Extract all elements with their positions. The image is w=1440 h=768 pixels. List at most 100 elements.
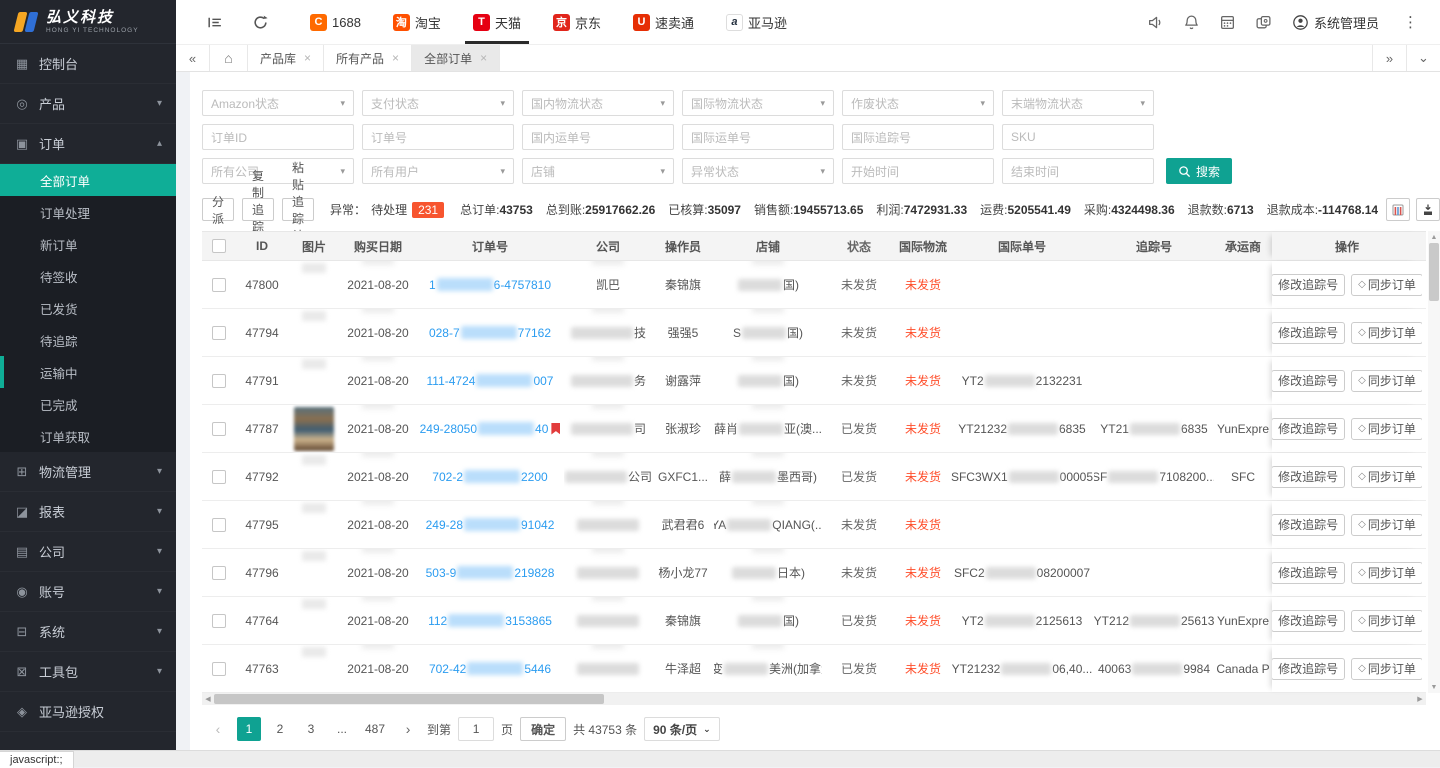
columns-config-icon[interactable] — [1386, 198, 1410, 221]
tabs-expand-icon[interactable]: » — [1372, 45, 1406, 71]
scroll-down-icon[interactable]: ▼ — [1431, 681, 1438, 693]
sidebar-item-orders[interactable]: ▣订单▴ — [0, 124, 176, 164]
apps-grid-icon[interactable] — [1214, 8, 1242, 36]
notifications-bell-icon[interactable] — [1178, 8, 1206, 36]
order-link[interactable]: 111-4724007 — [427, 374, 554, 388]
edit-tracking-button[interactable]: 修改追踪号 — [1272, 610, 1345, 632]
row-checkbox[interactable] — [212, 422, 226, 436]
page-1[interactable]: 1 — [237, 717, 261, 741]
sidebar-item-logistics-mgmt[interactable]: ⊞物流管理▾ — [0, 452, 176, 492]
assign-button[interactable]: 分派 — [202, 198, 234, 221]
vertical-scrollbar[interactable]: ▲ ▼ — [1428, 231, 1440, 693]
sidebar-subitem-new-orders[interactable]: 新订单 — [0, 228, 176, 260]
marketplace-amazon[interactable]: a亚马逊 — [710, 0, 803, 44]
order-link[interactable]: 1123153865 — [428, 614, 552, 628]
sidebar-subitem-pending-tracking[interactable]: 待追踪 — [0, 324, 176, 356]
close-icon[interactable]: × — [392, 51, 399, 65]
tab-all-products[interactable]: 所有产品× — [324, 45, 412, 71]
row-checkbox[interactable] — [212, 374, 226, 388]
sync-order-button[interactable]: ◇同步订单 — [1351, 322, 1422, 344]
refresh-icon[interactable] — [246, 8, 274, 36]
marketplace-jd[interactable]: 京京东 — [537, 0, 617, 44]
horizontal-scrollbar[interactable]: ◀ ▶ — [202, 693, 1426, 705]
confirm-button[interactable]: 确定 — [520, 717, 566, 741]
edit-tracking-button[interactable]: 修改追踪号 — [1272, 274, 1345, 296]
exception-status-select[interactable]: 异常状态▾ — [682, 158, 834, 184]
sidebar-item-amazon-auth[interactable]: ◈亚马逊授权 — [0, 692, 176, 732]
sidebar-item-company[interactable]: ▤公司▾ — [0, 532, 176, 572]
scroll-up-icon[interactable]: ▲ — [1431, 231, 1438, 243]
order-id-input[interactable]: 订单ID — [202, 124, 354, 150]
amazon-status-select[interactable]: Amazon状态▾ — [202, 90, 354, 116]
sidebar-item-account[interactable]: ◉账号▾ — [0, 572, 176, 612]
order-link[interactable]: 503-9219828 — [426, 566, 555, 580]
vertical-scrollbar-thumb[interactable] — [1429, 243, 1439, 301]
next-page-icon[interactable]: › — [396, 717, 420, 741]
sync-order-button[interactable]: ◇同步订单 — [1351, 562, 1422, 584]
tab-product-library[interactable]: 产品库× — [248, 45, 324, 71]
tabs-menu-icon[interactable]: ⌄ — [1406, 45, 1440, 71]
sidebar-item-console[interactable]: ▦控制台 — [0, 44, 176, 84]
page-487[interactable]: 487 — [361, 717, 389, 741]
sidebar-subitem-order-fetch[interactable]: 订单获取 — [0, 420, 176, 452]
all-users-select[interactable]: 所有用户▾ — [362, 158, 514, 184]
row-checkbox[interactable] — [212, 614, 226, 628]
intl-logistics-status-select[interactable]: 国际物流状态▾ — [682, 90, 834, 116]
order-link[interactable]: 16-4757810 — [429, 278, 551, 292]
prev-page-icon[interactable]: ‹ — [206, 717, 230, 741]
sync-order-button[interactable]: ◇同步订单 — [1351, 274, 1422, 296]
sidebar-item-toolbox[interactable]: ⊠工具包▾ — [0, 652, 176, 692]
row-checkbox[interactable] — [212, 566, 226, 580]
row-checkbox[interactable] — [212, 470, 226, 484]
edit-tracking-button[interactable]: 修改追踪号 — [1272, 370, 1345, 392]
select-all-checkbox[interactable] — [212, 239, 226, 253]
order-no-input[interactable]: 订单号 — [362, 124, 514, 150]
pay-status-select[interactable]: 支付状态▾ — [362, 90, 514, 116]
sync-order-button[interactable]: ◇同步订单 — [1351, 466, 1422, 488]
sku-input[interactable]: SKU — [1002, 124, 1154, 150]
scroll-right-icon[interactable]: ▶ — [1414, 695, 1426, 703]
more-options-icon[interactable]: ⋮ — [1393, 13, 1428, 31]
sidebar-subitem-shipped[interactable]: 已发货 — [0, 292, 176, 324]
paste-tracking-result-button[interactable]: 粘贴追踪结果 — [282, 198, 314, 221]
sync-order-button[interactable]: ◇同步订单 — [1351, 514, 1422, 536]
sidebar-subitem-order-processing[interactable]: 订单处理 — [0, 196, 176, 228]
horizontal-scrollbar-thumb[interactable] — [214, 694, 604, 704]
sidebar-subitem-pending-receipt[interactable]: 待签收 — [0, 260, 176, 292]
collapse-sidebar-icon[interactable] — [200, 8, 228, 36]
edit-tracking-button[interactable]: 修改追踪号 — [1272, 562, 1345, 584]
close-icon[interactable]: × — [304, 51, 311, 65]
announcement-icon[interactable] — [1142, 8, 1170, 36]
order-link[interactable]: 702-22200 — [432, 470, 547, 484]
sidebar-item-products[interactable]: ◎产品▾ — [0, 84, 176, 124]
switch-account-icon[interactable] — [1250, 8, 1278, 36]
void-status-select[interactable]: 作废状态▾ — [842, 90, 994, 116]
close-icon[interactable]: × — [480, 51, 487, 65]
marketplace-aliexpress[interactable]: U速卖通 — [617, 0, 710, 44]
sync-order-button[interactable]: ◇同步订单 — [1351, 418, 1422, 440]
sidebar-item-reports[interactable]: ◪报表▾ — [0, 492, 176, 532]
row-checkbox[interactable] — [212, 326, 226, 340]
start-time-input[interactable]: 开始时间 — [842, 158, 994, 184]
page-jump-input[interactable]: 1 — [458, 717, 494, 741]
marketplace-tmall[interactable]: T天猫 — [457, 0, 537, 44]
sync-order-button[interactable]: ◇同步订单 — [1351, 610, 1422, 632]
page-2[interactable]: 2 — [268, 717, 292, 741]
row-checkbox[interactable] — [212, 518, 226, 532]
end-time-input[interactable]: 结束时间 — [1002, 158, 1154, 184]
per-page-select[interactable]: 90 条/页 ⌄ — [644, 717, 720, 741]
sync-order-button[interactable]: ◇同步订单 — [1351, 370, 1422, 392]
sidebar-item-system[interactable]: ⊟系统▾ — [0, 612, 176, 652]
home-tab[interactable]: ⌂ — [210, 45, 248, 71]
order-link[interactable]: 249-2805040 — [420, 422, 561, 436]
pending-count-badge[interactable]: 231 — [412, 202, 444, 218]
order-link[interactable]: 028-777162 — [429, 326, 551, 340]
domestic-logistics-status-select[interactable]: 国内物流状态▾ — [522, 90, 674, 116]
row-checkbox[interactable] — [212, 278, 226, 292]
store-select[interactable]: 店铺▾ — [522, 158, 674, 184]
tabs-scroll-left-icon[interactable]: « — [176, 45, 210, 71]
last-mile-status-select[interactable]: 末端物流状态▾ — [1002, 90, 1154, 116]
sidebar-subitem-in-transit[interactable]: 运输中 — [0, 356, 176, 388]
edit-tracking-button[interactable]: 修改追踪号 — [1272, 322, 1345, 344]
intl-tracking-no-input[interactable]: 国际追踪号 — [842, 124, 994, 150]
